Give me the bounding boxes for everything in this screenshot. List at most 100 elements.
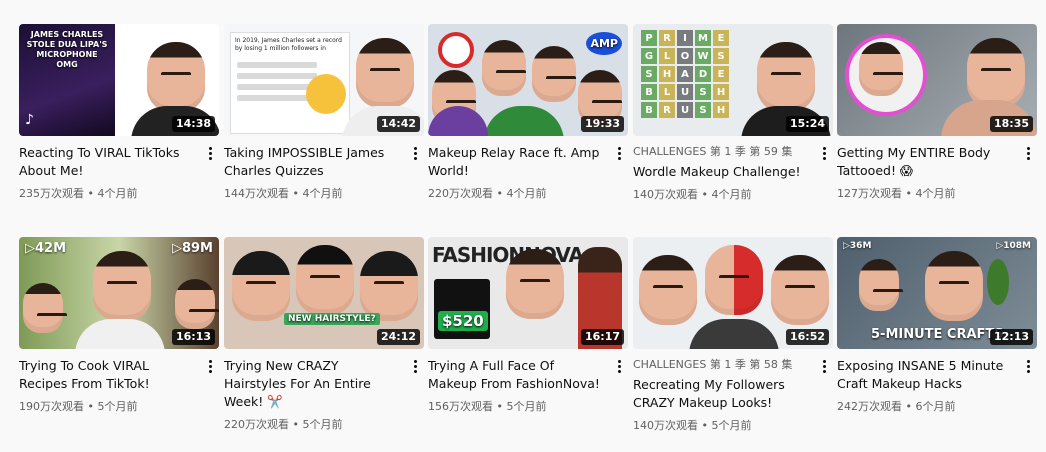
video-title[interactable]: Trying New CRAZY Hairstyles For An Entir… — [224, 357, 400, 411]
video-thumbnail[interactable]: 18:35 — [837, 24, 1037, 136]
wordle-tile: W — [695, 48, 711, 64]
separator: • — [496, 400, 504, 413]
video-card[interactable]: In 2019, James Charles set a record by l… — [224, 24, 424, 201]
more-actions-icon[interactable] — [612, 357, 626, 375]
video-thumbnail[interactable]: JAMES CHARLES STOLE DUA LIPA'S MICROPHON… — [19, 24, 219, 136]
video-thumbnail[interactable]: ▷42M ▷89M 16:13 — [19, 237, 219, 349]
wordle-tile: U — [677, 84, 693, 100]
thumbnail-person — [506, 249, 564, 319]
video-card[interactable]: 18:35 Getting My ENTIRE Body Tattooed! 😱… — [837, 24, 1037, 201]
thumbnail-person — [757, 42, 815, 112]
video-title[interactable]: Makeup Relay Race ft. Amp World! — [428, 144, 604, 180]
wordle-tile: S — [695, 84, 711, 100]
wordle-tile: D — [695, 66, 711, 82]
video-stats: 140万次观看 • 5个月前 — [633, 419, 809, 433]
video-thumbnail[interactable]: PRIMEGLOWSSHADEBLUSHBRUSH 15:24 — [633, 24, 833, 136]
separator: • — [496, 187, 504, 200]
video-meta: CHALLENGES 第 1 季 第 58 集 Recreating My Fo… — [633, 357, 833, 433]
tiktok-icon: ♪ — [25, 112, 34, 128]
more-actions-icon[interactable] — [817, 144, 831, 162]
thumbnail-person — [639, 255, 697, 325]
upload-age: 4个月前 — [97, 187, 138, 200]
separator: • — [292, 418, 300, 431]
avocado-icon — [987, 259, 1009, 305]
thumbnail-person — [859, 42, 903, 96]
video-meta: Exposing INSANE 5 Minute Craft Makeup Ha… — [837, 357, 1037, 414]
view-count: 220万次观看 — [428, 187, 493, 200]
upload-age: 5个月前 — [506, 400, 547, 413]
separator: • — [701, 188, 709, 201]
more-actions-icon[interactable] — [408, 357, 422, 375]
separator: • — [701, 419, 709, 432]
more-actions-icon[interactable] — [203, 357, 217, 375]
alarm-clock-icon — [438, 32, 474, 68]
video-card[interactable]: 16:52 CHALLENGES 第 1 季 第 58 集 Recreating… — [633, 237, 833, 433]
wordle-tile: S — [641, 66, 657, 82]
playlist-episode-label[interactable]: CHALLENGES 第 1 季 第 59 集 — [633, 144, 809, 160]
view-count: 140万次观看 — [633, 419, 698, 432]
wordle-tile: M — [695, 30, 711, 46]
tiktok-view-badge: ▷89M — [171, 241, 213, 256]
video-thumbnail[interactable]: AMP 19:33 — [428, 24, 628, 136]
video-title[interactable]: Wordle Makeup Challenge! — [633, 163, 809, 181]
video-thumbnail[interactable]: In 2019, James Charles set a record by l… — [224, 24, 424, 136]
video-grid: JAMES CHARLES STOLE DUA LIPA'S MICROPHON… — [0, 0, 1046, 452]
price-tag: $520 — [438, 311, 488, 331]
video-meta: Trying New CRAZY Hairstyles For An Entir… — [224, 357, 424, 432]
video-thumbnail[interactable]: NEW HAIRSTYLE? 24:12 — [224, 237, 424, 349]
wordle-tile: U — [677, 102, 693, 118]
video-title[interactable]: Getting My ENTIRE Body Tattooed! 😱 — [837, 144, 1013, 180]
video-stats: 127万次观看 • 4个月前 — [837, 187, 1013, 201]
wordle-tile: B — [641, 84, 657, 100]
video-thumbnail[interactable]: FASHIONNOVA $520 16:17 — [428, 237, 628, 349]
video-duration: 24:12 — [376, 329, 420, 345]
more-actions-icon[interactable] — [203, 144, 217, 162]
wordle-tile: L — [659, 48, 675, 64]
video-thumbnail[interactable]: ▷36M ▷108M 5-MINUTE CRAFTS 12:13 — [837, 237, 1037, 349]
amp-logo: AMP — [586, 32, 622, 55]
video-title[interactable]: Trying To Cook VIRAL Recipes From TikTok… — [19, 357, 195, 393]
more-actions-icon[interactable] — [1021, 144, 1035, 162]
wordle-tile: O — [677, 48, 693, 64]
video-card[interactable]: JAMES CHARLES STOLE DUA LIPA'S MICROPHON… — [19, 24, 219, 201]
video-thumbnail[interactable]: 16:52 — [633, 237, 833, 349]
video-title[interactable]: Taking IMPOSSIBLE James Charles Quizzes — [224, 144, 400, 180]
video-duration: 12:13 — [989, 329, 1033, 345]
upload-age: 4个月前 — [711, 188, 752, 201]
video-card[interactable]: ▷36M ▷108M 5-MINUTE CRAFTS 12:13 Exposin… — [837, 237, 1037, 414]
view-count: 220万次观看 — [224, 418, 289, 431]
more-actions-icon[interactable] — [817, 357, 831, 375]
separator: • — [87, 400, 95, 413]
more-actions-icon[interactable] — [408, 144, 422, 162]
video-title[interactable]: Trying A Full Face Of Makeup From Fashio… — [428, 357, 604, 393]
video-title[interactable]: Exposing INSANE 5 Minute Craft Makeup Ha… — [837, 357, 1013, 393]
wordle-tile: H — [713, 84, 729, 100]
video-card[interactable]: PRIMEGLOWSSHADEBLUSHBRUSH 15:24 CHALLENG… — [633, 24, 833, 202]
thumbnail-shirt — [689, 319, 779, 349]
thumbnail-shirt — [75, 319, 165, 349]
video-duration: 15:24 — [785, 116, 829, 132]
view-count: 156万次观看 — [428, 400, 493, 413]
video-stats: 220万次观看 • 4个月前 — [428, 187, 604, 201]
view-count: 144万次观看 — [224, 187, 289, 200]
playlist-episode-label[interactable]: CHALLENGES 第 1 季 第 58 集 — [633, 357, 809, 373]
separator: • — [905, 187, 913, 200]
video-stats: 220万次观看 • 5个月前 — [224, 418, 400, 432]
video-title[interactable]: Reacting To VIRAL TikToks About Me! — [19, 144, 195, 180]
thumbnail-caption: NEW HAIRSTYLE? — [284, 313, 380, 325]
video-card[interactable]: AMP 19:33 Makeup Relay Race ft. Amp Worl… — [428, 24, 628, 201]
more-actions-icon[interactable] — [612, 144, 626, 162]
wordle-tile: H — [713, 102, 729, 118]
thumbnail-person — [23, 283, 67, 333]
more-actions-icon[interactable] — [1021, 357, 1035, 375]
video-meta: Reacting To VIRAL TikToks About Me! 235万… — [19, 144, 219, 201]
wordle-tile: S — [713, 48, 729, 64]
shush-emoji-icon — [306, 74, 346, 114]
thumbnail-person — [147, 42, 205, 112]
video-title[interactable]: Recreating My Followers CRAZY Makeup Loo… — [633, 376, 809, 412]
wordle-board: PRIMEGLOWSSHADEBLUSHBRUSH — [641, 30, 729, 118]
video-card[interactable]: FASHIONNOVA $520 16:17 Trying A Full Fac… — [428, 237, 628, 414]
video-stats: 242万次观看 • 6个月前 — [837, 400, 1013, 414]
video-card[interactable]: NEW HAIRSTYLE? 24:12 Trying New CRAZY Ha… — [224, 237, 424, 432]
video-card[interactable]: ▷42M ▷89M 16:13 Trying To Cook VIRAL Rec… — [19, 237, 219, 414]
